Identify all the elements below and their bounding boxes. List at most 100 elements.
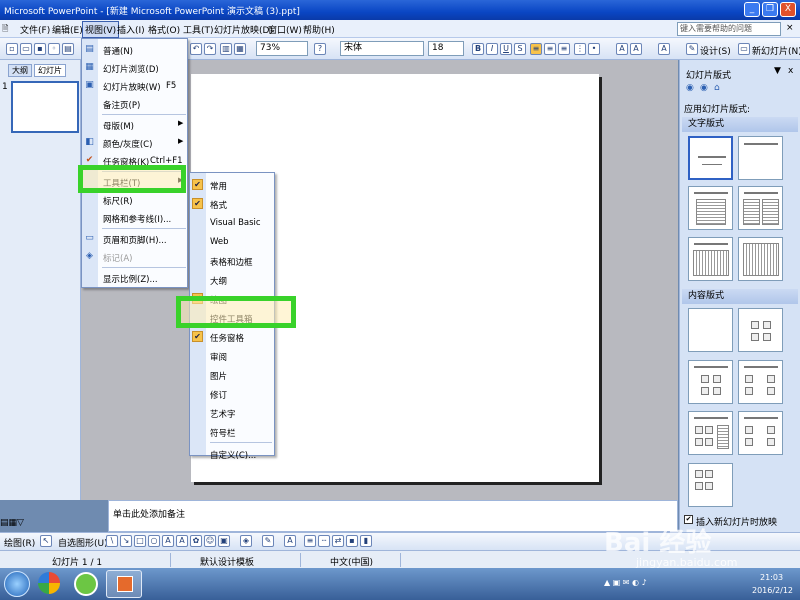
- line-icon[interactable]: \: [106, 535, 118, 547]
- font-select[interactable]: 宋体: [340, 41, 424, 56]
- underline-button[interactable]: U: [500, 43, 512, 55]
- slide-thumbnail[interactable]: [11, 81, 79, 133]
- oval-icon[interactable]: ○: [148, 535, 160, 547]
- tab-outline[interactable]: 大纲: [8, 64, 32, 77]
- 3d-icon[interactable]: ▮: [360, 535, 372, 547]
- view-menu-item[interactable]: ▤ 普通(N): [82, 41, 187, 59]
- toolbar-submenu-item[interactable]: 审阅: [190, 346, 274, 365]
- menu-slideshow[interactable]: 幻灯片放映(D): [214, 23, 273, 36]
- forward-icon[interactable]: ◉: [700, 83, 708, 93]
- shadow-icon[interactable]: ▪: [346, 535, 358, 547]
- view-switch-icons[interactable]: ▤▦▽: [0, 518, 30, 530]
- layout-title-two-content[interactable]: [738, 360, 783, 404]
- chart-icon[interactable]: ▥: [220, 43, 232, 55]
- help-search-input[interactable]: 键入需要帮助的问题: [677, 22, 781, 36]
- toolbar-submenu-item[interactable]: ✔ 格式: [190, 194, 274, 213]
- diagram-icon[interactable]: ✿: [190, 535, 202, 547]
- toolbar-submenu-item[interactable]: 自定义(C)...: [190, 444, 274, 463]
- clipart-icon[interactable]: ☺: [204, 535, 216, 547]
- menu-file[interactable]: 文件(F): [20, 23, 50, 36]
- new-slide-icon[interactable]: ▭: [738, 43, 750, 55]
- bullets-icon[interactable]: •: [588, 43, 600, 55]
- toolbar-submenu-item[interactable]: 符号栏: [190, 422, 274, 441]
- tab-slides[interactable]: 幻灯片: [34, 64, 66, 77]
- help-close-icon[interactable]: ×: [786, 23, 794, 33]
- draw-menu[interactable]: 绘图(R): [4, 536, 35, 549]
- layout-title-content-text[interactable]: [688, 411, 733, 455]
- new-slide-button[interactable]: 新幻灯片(N): [752, 44, 800, 57]
- view-menu-item[interactable]: 母版(M) ▶: [82, 116, 187, 134]
- layout-title-content[interactable]: [688, 360, 733, 404]
- menu-tools[interactable]: 工具(T): [183, 23, 214, 36]
- minimize-button[interactable]: _: [744, 2, 760, 17]
- view-menu-item[interactable]: 备注页(P): [82, 95, 187, 113]
- view-menu-item[interactable]: ▭ 页眉和页脚(H)...: [82, 230, 187, 248]
- menu-help[interactable]: 帮助(H): [303, 23, 335, 36]
- design-icon[interactable]: ✎: [686, 43, 698, 55]
- dash-style-icon[interactable]: ┄: [318, 535, 330, 547]
- select-arrow-icon[interactable]: ↖: [40, 535, 52, 547]
- line-color-icon[interactable]: ✎: [262, 535, 274, 547]
- zoom-select[interactable]: 73%: [256, 41, 308, 56]
- bold-button[interactable]: B: [472, 43, 484, 55]
- powerpoint-taskbar-button[interactable]: [106, 570, 142, 598]
- layout-title-slide[interactable]: [688, 136, 733, 180]
- task-pane-menu-icon[interactable]: ▼: [774, 66, 781, 76]
- redo-icon[interactable]: ↷: [204, 43, 216, 55]
- close-button[interactable]: X: [780, 2, 796, 17]
- draw-font-color-icon[interactable]: A: [284, 535, 296, 547]
- grow-font-icon[interactable]: A: [616, 43, 628, 55]
- shadow-button[interactable]: S: [514, 43, 526, 55]
- toolbar-submenu-item[interactable]: ✔ 常用: [190, 175, 274, 194]
- undo-icon[interactable]: ↶: [190, 43, 202, 55]
- align-right-icon[interactable]: ≡: [558, 43, 570, 55]
- view-menu-item[interactable]: ▣ 幻灯片放映(W) F5: [82, 77, 187, 95]
- restore-button[interactable]: ❐: [762, 2, 778, 17]
- layout-blank[interactable]: [688, 308, 733, 352]
- font-size-select[interactable]: 18: [428, 41, 464, 56]
- view-menu-item[interactable]: 网格和参考线(I)...: [82, 209, 187, 227]
- arrow-icon[interactable]: ↘: [120, 535, 132, 547]
- font-color-icon[interactable]: A: [658, 43, 670, 55]
- save-icon[interactable]: ▪: [34, 43, 46, 55]
- toolbar-submenu-item[interactable]: 图片: [190, 365, 274, 384]
- app-e-icon[interactable]: [74, 572, 98, 596]
- help-icon[interactable]: ?: [314, 43, 326, 55]
- home-icon[interactable]: ⌂: [714, 83, 720, 93]
- menu-edit[interactable]: 编辑(E): [52, 23, 83, 36]
- start-button[interactable]: [4, 571, 30, 597]
- notes-pane[interactable]: 单击此处添加备注: [108, 500, 678, 532]
- toolbar-submenu-item[interactable]: ✔ 任务窗格: [190, 327, 274, 346]
- fill-color-icon[interactable]: ◈: [240, 535, 252, 547]
- back-icon[interactable]: ◉: [686, 83, 694, 93]
- picture-icon[interactable]: ▣: [218, 535, 230, 547]
- new-icon[interactable]: ▫: [6, 43, 18, 55]
- toolbar-submenu-item[interactable]: 表格和边框: [190, 251, 274, 270]
- wordart-icon[interactable]: A: [176, 535, 188, 547]
- toolbar-submenu-item[interactable]: 艺术字: [190, 403, 274, 422]
- rectangle-icon[interactable]: □: [134, 535, 146, 547]
- arrow-style-icon[interactable]: ⇄: [332, 535, 344, 547]
- menu-format[interactable]: 格式(O): [148, 23, 180, 36]
- design-button[interactable]: 设计(S): [700, 44, 731, 57]
- layout-title-only[interactable]: [738, 136, 783, 180]
- toolbar-submenu-item[interactable]: Web: [190, 232, 274, 251]
- view-menu-item[interactable]: ▦ 幻灯片浏览(D): [82, 59, 187, 77]
- layout-vertical-text[interactable]: [688, 237, 733, 281]
- shrink-font-icon[interactable]: A: [630, 43, 642, 55]
- layout-vertical-title-text[interactable]: [738, 237, 783, 281]
- menu-view[interactable]: 视图(V): [82, 21, 120, 38]
- align-left-icon[interactable]: ≡: [530, 43, 542, 55]
- toolbar-submenu-item[interactable]: 修订: [190, 384, 274, 403]
- line-style-icon[interactable]: ≡: [304, 535, 316, 547]
- print-icon[interactable]: ▤: [62, 43, 74, 55]
- permission-icon[interactable]: ◦: [48, 43, 60, 55]
- menu-window[interactable]: 窗口(W): [268, 23, 302, 36]
- layout-two-column-text[interactable]: [738, 186, 783, 230]
- toolbar-submenu-item[interactable]: Visual Basic: [190, 213, 274, 232]
- autoshapes-menu[interactable]: 自选图形(U): [58, 536, 108, 549]
- numbering-icon[interactable]: ⋮: [574, 43, 586, 55]
- view-menu-item[interactable]: ◧ 颜色/灰度(C) ▶: [82, 134, 187, 152]
- layout-content[interactable]: [738, 308, 783, 352]
- menu-insert[interactable]: 插入(I): [117, 23, 145, 36]
